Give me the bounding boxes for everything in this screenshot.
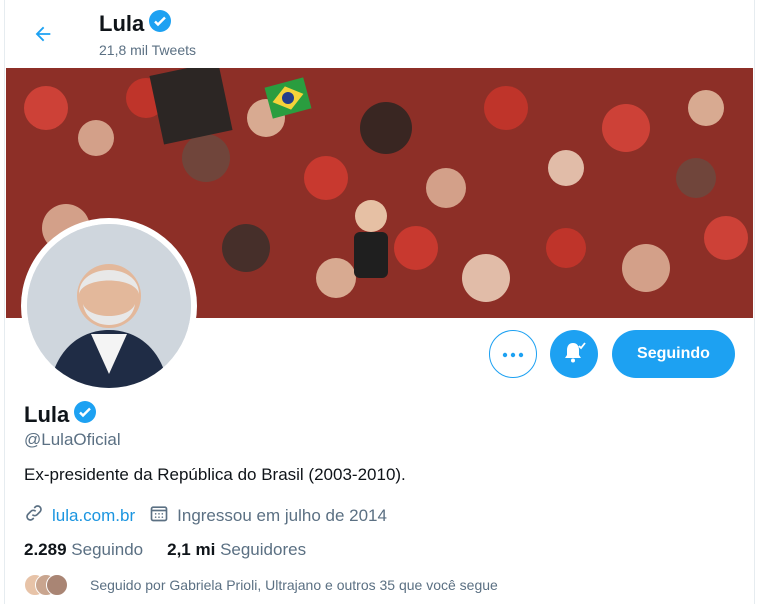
bell-check-icon xyxy=(561,339,587,370)
header-name: Lula xyxy=(99,11,145,36)
profile-display-name: Lula xyxy=(24,402,70,427)
avatar[interactable] xyxy=(27,224,191,388)
tweet-count: 21,8 mil Tweets xyxy=(99,42,197,58)
website-link[interactable]: lula.com.br xyxy=(52,506,135,526)
followed-by-text: Seguido por Gabriela Prioli, Ultrajano e… xyxy=(90,577,498,593)
back-button[interactable] xyxy=(25,18,61,54)
more-options-button[interactable] xyxy=(489,330,537,378)
notifications-button[interactable] xyxy=(550,330,598,378)
followed-by-avatars xyxy=(24,574,78,596)
following-count: 2.289 xyxy=(24,540,67,559)
followers-label: Seguidores xyxy=(220,540,307,559)
link-icon xyxy=(24,503,44,528)
verified-icon xyxy=(148,9,172,39)
profile-name: Lula xyxy=(24,400,97,430)
calendar-icon xyxy=(149,503,169,528)
profile-handle: @LulaOficial xyxy=(24,430,121,449)
arrow-left-icon xyxy=(32,23,54,50)
joined-date: Ingressou em julho de 2014 xyxy=(177,505,387,525)
avatar-frame[interactable] xyxy=(21,218,197,394)
more-icon xyxy=(502,345,524,363)
following-stat[interactable]: 2.289 Seguindo xyxy=(24,540,143,560)
following-label: Seguindo xyxy=(71,540,144,559)
header-title: Lula xyxy=(99,9,172,39)
following-button[interactable]: Seguindo xyxy=(612,330,735,378)
top-bar: Lula 21,8 mil Tweets xyxy=(5,0,754,66)
profile-meta: lula.com.br Ingressou em julho de 2014 xyxy=(24,503,387,528)
profile-bio: Ex-presidente da República do Brasil (20… xyxy=(24,465,406,484)
profile-page: Lula 21,8 mil Tweets Seguindo Lula @Lula… xyxy=(4,0,755,604)
followers-stat[interactable]: 2,1 mi Seguidores xyxy=(167,540,306,560)
followed-by[interactable]: Seguido por Gabriela Prioli, Ultrajano e… xyxy=(24,574,498,596)
profile-stats: 2.289 Seguindo 2,1 mi Seguidores xyxy=(24,540,306,560)
verified-icon xyxy=(73,400,97,430)
followers-count: 2,1 mi xyxy=(167,540,216,559)
mini-avatar xyxy=(46,574,68,596)
